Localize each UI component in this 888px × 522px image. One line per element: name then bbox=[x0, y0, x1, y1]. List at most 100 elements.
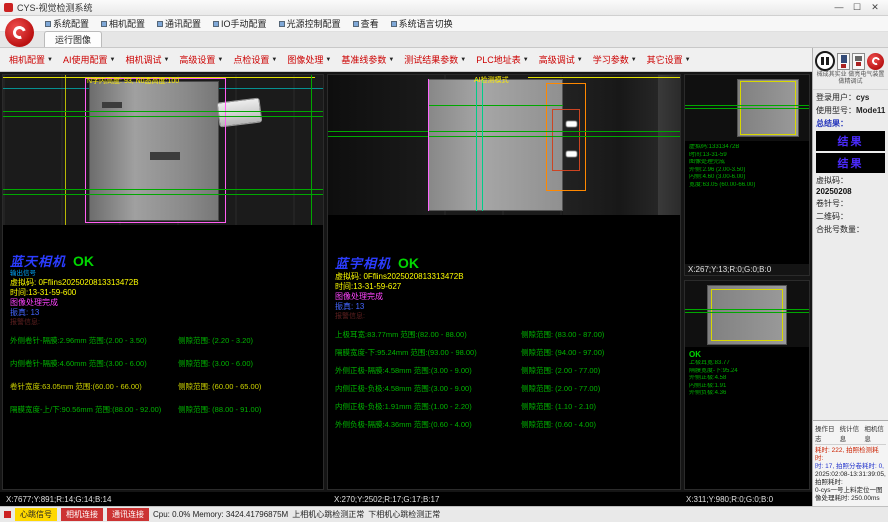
tool-test-result-params[interactable]: 测试结果参数▼ bbox=[399, 53, 471, 66]
coordinates-bar: X:7677;Y:891;R:14;G:14;B:14 X:270;Y:2502… bbox=[0, 492, 812, 506]
camera-connection-status: 相机连接 bbox=[61, 508, 103, 521]
menu-item-io-manual[interactable]: IO手动配置 bbox=[208, 17, 272, 30]
thumbnail2-image[interactable] bbox=[685, 281, 809, 347]
reflection bbox=[566, 121, 577, 127]
tool-baseline-params[interactable]: 基准线参数▼ bbox=[336, 53, 399, 66]
barcode-label: 虚拟码： bbox=[813, 173, 888, 186]
overlay-line bbox=[65, 75, 66, 225]
pause-button[interactable] bbox=[815, 51, 835, 71]
tool-label: AI使用配置 bbox=[63, 53, 108, 66]
thumbnail1-coordinates: X:267;Y:13;R:0;G:0;B:0 bbox=[685, 264, 809, 275]
menu-icon bbox=[157, 21, 163, 27]
menu-item-light-control[interactable]: 光源控制配置 bbox=[274, 17, 346, 30]
tool-other-settings[interactable]: 其它设置▼ bbox=[642, 53, 696, 66]
main-view: N字内高度: 93, N0态高度:100 蓝天相机 OK 输出信号 虚拟码: 0… bbox=[0, 72, 812, 492]
measurement-range: 侧隙范围: (94.00 - 97.00) bbox=[521, 347, 673, 358]
tab-run-image[interactable]: 运行图像 bbox=[44, 31, 102, 47]
comm-connection-status: 通讯连接 bbox=[107, 508, 149, 521]
thumbnail-text: 宽度:63.05 (60.00-66.00) bbox=[689, 182, 805, 190]
tool-glyph bbox=[855, 56, 862, 61]
camera2-image[interactable]: AI检测模式 bbox=[328, 75, 680, 215]
menu-icon bbox=[391, 21, 397, 27]
overlay-line bbox=[685, 312, 809, 313]
menu-item-label: 查看 bbox=[361, 17, 379, 30]
stats-tab-statistics[interactable]: 统计信息 bbox=[840, 423, 862, 443]
overlay-line bbox=[3, 116, 323, 117]
tool-glyph bbox=[841, 64, 846, 68]
qr-code-label: 二维码： bbox=[813, 209, 888, 222]
result-box-1: 结果 bbox=[816, 131, 885, 151]
chevron-down-icon: ▼ bbox=[631, 57, 637, 63]
thumbnail-text: 上极耳宽:83.77 bbox=[689, 360, 805, 368]
stats-line: 2025:02:08-13:31:39:05, 拍照耗时: bbox=[815, 471, 886, 487]
measurement-value: 内侧正极-负极:4.58mm 范围:(3.00 - 9.00) bbox=[335, 383, 521, 394]
measurement-value: 上极耳宽:83.77mm 范围:(82.00 - 88.00) bbox=[335, 329, 521, 340]
stats-line: 0-cys一号上料定位一图像处理耗时: 250.00ms bbox=[815, 487, 886, 503]
tool-label: PLC地址表 bbox=[476, 53, 521, 66]
app-logo-icon bbox=[5, 18, 34, 47]
menu-item-system-config[interactable]: 系统配置 bbox=[40, 17, 94, 30]
menu-item-view[interactable]: 查看 bbox=[348, 17, 384, 30]
camera2-coordinates: X:270;Y:2502;R:17;G:17;B:17 bbox=[330, 495, 682, 504]
tool-ai-config[interactable]: AI使用配置▼ bbox=[58, 53, 120, 66]
chevron-down-icon: ▼ bbox=[388, 57, 394, 63]
measurement-row: 内侧卷针-隔膜:4.60mm 范围:(3.00 - 6.00)侧隙范围: (3.… bbox=[10, 358, 316, 369]
app-icon bbox=[4, 3, 13, 12]
chevron-down-icon: ▼ bbox=[47, 57, 53, 63]
tool-learning-params[interactable]: 学习参数▼ bbox=[588, 53, 642, 66]
tool-camera-config[interactable]: 相机配置▼ bbox=[4, 53, 58, 66]
window-title: CYS-视觉检测系统 bbox=[17, 1, 830, 14]
tool-label: 图像处理 bbox=[287, 53, 323, 66]
measurement-row: 隔膜宽度-上/下:90.56mm 范围:(88.00 - 92.00)侧隙范围:… bbox=[10, 404, 316, 415]
overlay-line bbox=[311, 75, 312, 225]
overlay-roi-box bbox=[711, 289, 783, 341]
measurement-value: 外侧负极-隔膜:4.36mm 范围:(0.60 - 4.00) bbox=[335, 419, 521, 430]
minimize-button[interactable]: — bbox=[830, 1, 848, 14]
maximize-button[interactable]: ☐ bbox=[848, 1, 866, 14]
login-user-label: 登录用户： bbox=[816, 93, 856, 102]
overlay-roi-box bbox=[552, 109, 580, 171]
menu-item-language[interactable]: 系统语言切换 bbox=[386, 17, 458, 30]
camera-tool-button-2[interactable] bbox=[852, 53, 865, 70]
measurement-row: 内侧正极-负极:4.58mm 范围:(3.00 - 9.00)侧隙范围: (2.… bbox=[335, 383, 673, 394]
tool-spot-check[interactable]: 点检设置▼ bbox=[228, 53, 282, 66]
camera2-panel: AI检测模式 蓝宇相机 OK 虚拟码: 0Fflins2025020813313… bbox=[327, 74, 681, 490]
model-label: 使用型号： bbox=[816, 106, 856, 115]
model-row[interactable]: 使用型号：Mode11 bbox=[813, 103, 888, 116]
tool-image-process[interactable]: 图像处理▼ bbox=[282, 53, 336, 66]
tool-advanced-debug[interactable]: 高级调试▼ bbox=[534, 53, 588, 66]
camera2-result-badge: OK bbox=[398, 255, 419, 271]
thumbnail-text: 内侧:4.60 (3.00-6.00) bbox=[689, 174, 805, 182]
measurement-row: 外侧正极-隔膜:4.58mm 范围:(3.00 - 9.00)侧隙范围: (2.… bbox=[335, 365, 673, 376]
measurement-range: 侧隙范围: (3.00 - 6.00) bbox=[178, 358, 316, 369]
tool-glyph bbox=[841, 55, 847, 63]
tool-advanced-settings[interactable]: 高级设置▼ bbox=[174, 53, 228, 66]
thumbnail-text: 内侧正极:1.91 bbox=[689, 383, 805, 391]
overlay-line bbox=[476, 79, 477, 211]
menu-item-camera-config[interactable]: 相机配置 bbox=[96, 17, 150, 30]
machine-background bbox=[328, 75, 428, 215]
thumbnail-text: 外侧正极:4.58 bbox=[689, 375, 805, 383]
camera-tool-button-1[interactable] bbox=[837, 53, 850, 70]
menu-item-comm-config[interactable]: 通讯配置 bbox=[152, 17, 206, 30]
thumbnail2-panel: OK 上极耳宽:83.77 隔膜宽度-下:95.24 外侧正极:4.58 内侧正… bbox=[684, 280, 810, 490]
thumbnail1-image[interactable] bbox=[685, 75, 809, 141]
overlay-line bbox=[685, 309, 809, 310]
stats-tab-log[interactable]: 操作日志 bbox=[815, 423, 837, 443]
stats-tab-camera-info[interactable]: 相机信息 bbox=[864, 423, 886, 443]
measurement-value: 外侧卷针-隔膜:2.96mm 范围:(2.00 - 3.50) bbox=[10, 335, 178, 346]
overlay-line bbox=[428, 105, 563, 106]
measurement-range: 侧隙范围: (60.00 - 65.00) bbox=[178, 381, 316, 392]
chevron-down-icon: ▼ bbox=[460, 57, 466, 63]
menu-icon bbox=[101, 21, 107, 27]
chevron-down-icon: ▼ bbox=[163, 57, 169, 63]
close-button[interactable]: ✕ bbox=[866, 1, 884, 14]
overlay-line bbox=[482, 79, 483, 211]
tool-plc-address[interactable]: PLC地址表▼ bbox=[471, 53, 533, 66]
menu-icon bbox=[45, 21, 51, 27]
tool-camera-debug[interactable]: 相机调试▼ bbox=[120, 53, 174, 66]
camera1-title: 蓝天相机 bbox=[10, 251, 66, 270]
tool-label: 学习参数 bbox=[593, 53, 629, 66]
camera1-image[interactable]: N字内高度: 93, N0态高度:100 bbox=[3, 75, 323, 225]
menu-item-label: 系统配置 bbox=[53, 17, 89, 30]
